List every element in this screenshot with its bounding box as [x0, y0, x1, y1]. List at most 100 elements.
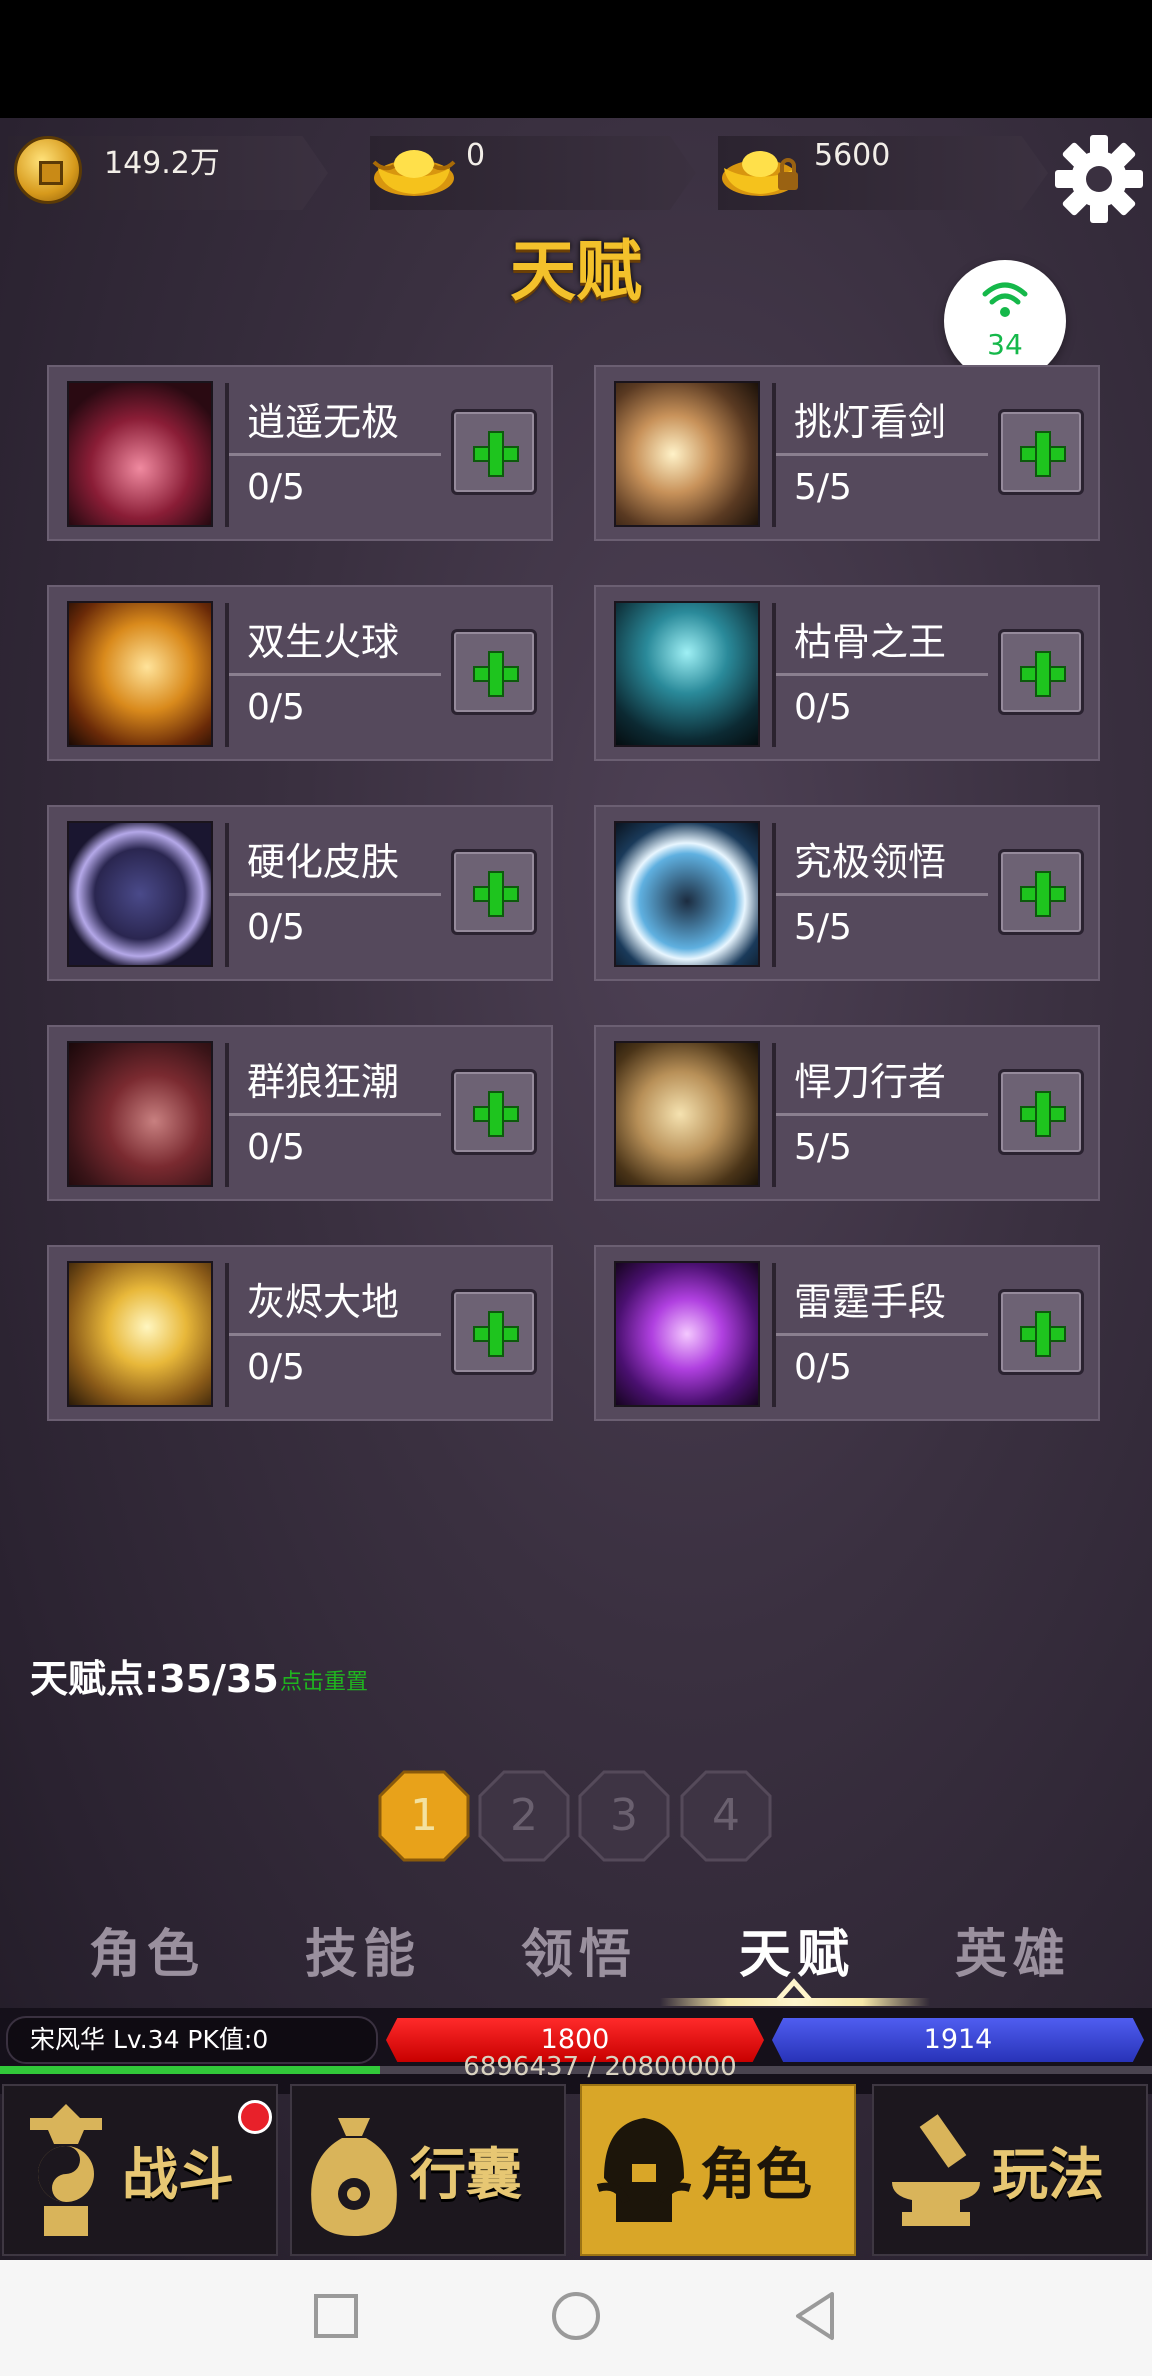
- tab-skills[interactable]: 技能: [278, 1912, 448, 1987]
- tab-heroes[interactable]: 英雄: [928, 1912, 1098, 1987]
- talent-page-3[interactable]: 3: [578, 1770, 670, 1862]
- divider: [776, 1113, 988, 1116]
- talent-level: 0/5: [794, 1347, 852, 1388]
- bound-ingot-value: 5600: [814, 138, 891, 173]
- talent-card: 挑灯看剑 5/5: [594, 365, 1100, 541]
- fireball-icon: [67, 601, 213, 747]
- talent-card: 枯骨之王 0/5: [594, 585, 1100, 761]
- talent-name: 雷霆手段: [794, 1280, 947, 1324]
- divider: [229, 893, 441, 896]
- tab-talent[interactable]: 天赋: [712, 1912, 882, 1987]
- talent-level: 0/5: [247, 467, 305, 508]
- reset-talents-link[interactable]: 点击重置: [280, 1664, 368, 1696]
- recent-apps-icon[interactable]: [312, 2292, 360, 2340]
- divider: [776, 893, 988, 896]
- nav-bag-button[interactable]: 行囊: [290, 2084, 566, 2256]
- talent-level: 0/5: [247, 1347, 305, 1388]
- nav-gameplay-label: 玩法: [992, 2143, 1104, 2208]
- upgrade-talent-button[interactable]: [451, 1069, 537, 1155]
- divider: [229, 673, 441, 676]
- page-number: 2: [510, 1790, 538, 1841]
- talent-name: 双生火球: [247, 620, 400, 664]
- upgrade-talent-button[interactable]: [451, 629, 537, 715]
- settings-gear-icon[interactable]: [1052, 132, 1146, 226]
- home-icon[interactable]: [550, 2290, 602, 2342]
- armor-icon: [67, 821, 213, 967]
- talent-level: 0/5: [794, 687, 852, 728]
- network-signal-value: 34: [987, 328, 1023, 361]
- divider: [229, 1113, 441, 1116]
- talent-card: 双生火球 0/5: [47, 585, 553, 761]
- talent-card: 逍遥无极 0/5: [47, 365, 553, 541]
- divider: [229, 1333, 441, 1336]
- sword-slash-icon: [614, 381, 760, 527]
- upgrade-talent-button[interactable]: [998, 1289, 1084, 1375]
- talent-level: 5/5: [794, 907, 852, 948]
- talent-name: 群狼狂潮: [247, 1060, 400, 1104]
- notification-dot: [238, 2100, 272, 2134]
- nav-battle-button[interactable]: 战斗: [2, 2084, 278, 2256]
- divider: [776, 453, 988, 456]
- network-status-badge[interactable]: 34: [944, 260, 1066, 382]
- copper-coin-value: 149.2万: [104, 146, 220, 181]
- upgrade-talent-button[interactable]: [451, 409, 537, 495]
- talent-level: 0/5: [247, 1127, 305, 1168]
- upgrade-talent-button[interactable]: [451, 1289, 537, 1375]
- status-bar: [0, 0, 1152, 118]
- blade-walker-icon: [614, 1041, 760, 1187]
- talent-card: 灰烬大地 0/5: [47, 1245, 553, 1421]
- tab-insight[interactable]: 领悟: [494, 1912, 664, 1987]
- game-screen: 149.2万 0 5600 天赋 34 逍遥无极 0/5 挑灯看剑 5/5 双生…: [0, 118, 1152, 2260]
- talent-card: 群狼狂潮 0/5: [47, 1025, 553, 1201]
- talent-card: 究极领悟 5/5: [594, 805, 1100, 981]
- bound-ingot-icon: [722, 151, 798, 196]
- helmet-icon: [596, 2118, 692, 2222]
- nav-gameplay-button[interactable]: 玩法: [872, 2084, 1148, 2256]
- bone-king-icon: [614, 601, 760, 747]
- taiji-statue-icon: [30, 2104, 102, 2236]
- nav-character-button[interactable]: 角色: [580, 2084, 856, 2256]
- gold-ingot-icon: [372, 150, 456, 196]
- talent-name: 挑灯看剑: [794, 400, 947, 444]
- talent-card: 雷霆手段 0/5: [594, 1245, 1100, 1421]
- talent-name: 悍刀行者: [794, 1060, 947, 1104]
- talent-level: 5/5: [794, 467, 852, 508]
- talent-card: 硬化皮肤 0/5: [47, 805, 553, 981]
- thunder-fist-icon: [614, 1261, 760, 1407]
- gold-ingot-value: 0: [466, 138, 486, 173]
- talent-name: 逍遥无极: [247, 400, 400, 444]
- talent-page-1[interactable]: 1: [378, 1770, 470, 1862]
- upgrade-talent-button[interactable]: [451, 849, 537, 935]
- divider: [776, 673, 988, 676]
- talent-name: 究极领悟: [794, 840, 947, 884]
- page-number: 1: [410, 1790, 438, 1841]
- divider: [776, 1333, 988, 1336]
- talent-level: 5/5: [794, 1127, 852, 1168]
- nav-character-label: 角色: [700, 2143, 812, 2208]
- ash-earth-icon: [67, 1261, 213, 1407]
- page-number: 3: [610, 1790, 638, 1841]
- upgrade-talent-button[interactable]: [998, 1069, 1084, 1155]
- talent-name: 灰烬大地: [247, 1280, 400, 1324]
- talent-name: 硬化皮肤: [247, 840, 400, 884]
- meditation-icon: [614, 821, 760, 967]
- tab-character[interactable]: 角色: [62, 1912, 232, 1987]
- talent-points-label: 天赋点:35/35: [30, 1657, 279, 1701]
- nav-battle-label: 战斗: [122, 2143, 234, 2208]
- anvil-icon: [892, 2114, 980, 2226]
- page-number: 4: [712, 1790, 740, 1841]
- back-icon[interactable]: [792, 2290, 838, 2342]
- wolf-pack-icon: [67, 1041, 213, 1187]
- talent-card: 悍刀行者 5/5: [594, 1025, 1100, 1201]
- talent-name: 枯骨之王: [794, 620, 947, 664]
- upgrade-talent-button[interactable]: [998, 849, 1084, 935]
- system-navigation-bar: [0, 2260, 1152, 2376]
- talent-level: 0/5: [247, 687, 305, 728]
- upgrade-talent-button[interactable]: [998, 409, 1084, 495]
- upgrade-talent-button[interactable]: [998, 629, 1084, 715]
- talent-page-2[interactable]: 2: [478, 1770, 570, 1862]
- wheel-fan-icon: [67, 381, 213, 527]
- wifi-icon: [982, 282, 1028, 317]
- talent-page-4[interactable]: 4: [680, 1770, 772, 1862]
- talent-level: 0/5: [247, 907, 305, 948]
